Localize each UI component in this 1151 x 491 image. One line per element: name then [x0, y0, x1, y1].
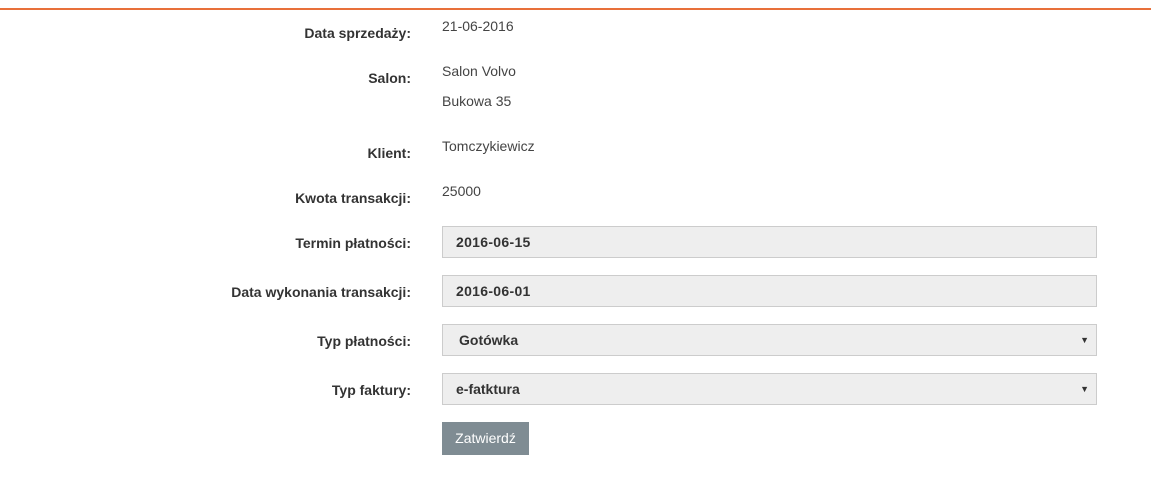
salon-name: Salon Volvo — [442, 63, 516, 79]
salon-label: Salon: — [368, 70, 411, 86]
payment-type-value: Gotówka — [459, 332, 519, 348]
transaction-date-value: 2016-06-01 — [456, 283, 531, 299]
due-date-label: Termin płatności: — [295, 235, 411, 251]
chevron-down-icon: ▼ — [1080, 335, 1089, 345]
payment-type-label: Typ płatności: — [317, 333, 411, 349]
transaction-date-label: Data wykonania transakcji: — [231, 284, 411, 300]
invoice-type-label: Typ faktury: — [331, 382, 411, 398]
chevron-down-icon: ▼ — [1080, 384, 1089, 394]
invoice-type-value: e-fatktura — [456, 381, 520, 397]
salon-address: Bukowa 35 — [442, 93, 512, 109]
due-date-value: 2016-06-15 — [456, 234, 531, 250]
amount-value: 25000 — [442, 183, 481, 199]
client-value: Tomczykiewicz — [442, 138, 535, 154]
header-accent-line — [0, 8, 1151, 10]
client-label: Klient: — [367, 145, 411, 161]
submit-button[interactable]: Zatwierdź — [442, 422, 529, 455]
invoice-type-select[interactable]: e-fatktura ▼ — [442, 373, 1097, 405]
sale-date-label: Data sprzedaży: — [304, 25, 411, 41]
amount-label: Kwota transakcji: — [295, 190, 411, 206]
due-date-field[interactable]: 2016-06-15 — [442, 226, 1097, 258]
payment-type-select[interactable]: Gotówka ▼ — [442, 324, 1097, 356]
transaction-date-field[interactable]: 2016-06-01 — [442, 275, 1097, 307]
sale-date-value: 21-06-2016 — [442, 18, 514, 34]
